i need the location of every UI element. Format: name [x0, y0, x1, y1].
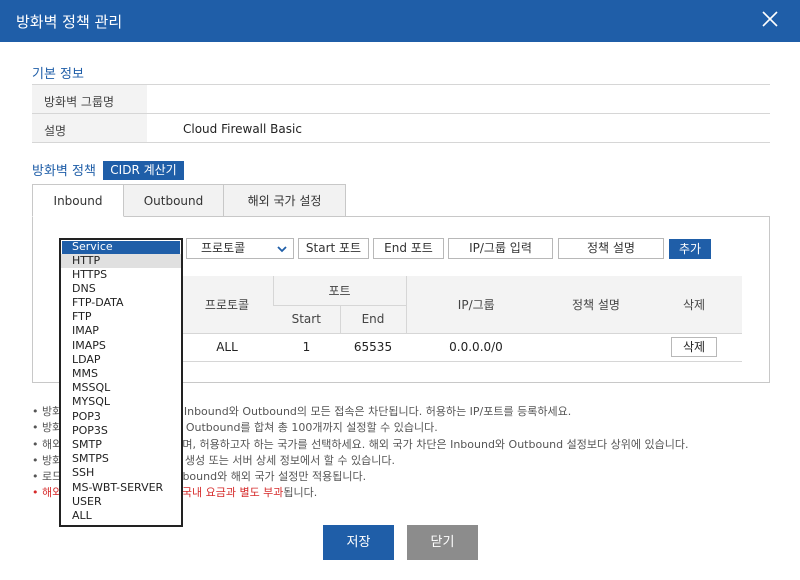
basic-info-heading: 기본 정보: [32, 67, 84, 82]
dropdown-option-mms[interactable]: MMS: [61, 367, 181, 381]
note-prefix: • 해외: [32, 486, 63, 500]
cidr-calculator-button[interactable]: CIDR 계산기: [103, 161, 184, 180]
dropdown-option-ftp-data[interactable]: FTP-DATA: [61, 296, 181, 310]
note-prefix: • 방화: [32, 421, 63, 435]
dialog-titlebar: 방화벽 정책 관리: [0, 0, 800, 42]
description-row: 설명 Cloud Firewall Basic: [32, 114, 770, 143]
chevron-down-icon: [277, 246, 287, 253]
save-button[interactable]: 저장: [323, 525, 394, 560]
dropdown-option-ms-wbt-server[interactable]: MS-WBT-SERVER: [61, 481, 181, 495]
group-name-row: 방화벽 그룹명: [32, 85, 770, 114]
description-label: 설명: [32, 114, 147, 142]
dropdown-option-pop3s[interactable]: POP3S: [61, 424, 181, 438]
note-prefix: • 방화: [32, 453, 63, 467]
start-port-input[interactable]: Start 포트: [298, 238, 369, 259]
group-name-label: 방화벽 그룹명: [32, 85, 147, 113]
cell-delete: 삭제: [646, 333, 742, 362]
col-description: 정책 설명: [546, 276, 646, 334]
cell-ip: 0.0.0.0/0: [406, 333, 546, 362]
dialog-title: 방화벽 정책 관리: [16, 13, 123, 31]
dropdown-option-imaps[interactable]: IMAPS: [61, 339, 181, 353]
note-text: 면 Inbound와 Outbound의 모든 접속은 차단됩니다. 허용하는 …: [170, 405, 572, 418]
note-prefix: • 방화: [32, 405, 63, 418]
dropdown-option-ssh[interactable]: SSH: [61, 466, 181, 480]
policy-heading: 방화벽 정책: [32, 164, 96, 179]
tab-inbound[interactable]: Inbound: [32, 184, 124, 217]
note-prefix: • 로드: [32, 470, 63, 484]
dropdown-option-smtps[interactable]: SMTPS: [61, 452, 181, 466]
col-protocol: 프로토콜: [180, 276, 273, 334]
description-value: Cloud Firewall Basic: [183, 122, 302, 136]
dropdown-option-https[interactable]: HTTPS: [61, 268, 181, 282]
policy-description-input[interactable]: 정책 설명: [558, 238, 664, 259]
cell-description: [546, 333, 646, 362]
tab-overseas-country[interactable]: 해외 국가 설정: [223, 184, 346, 217]
col-port-start: Start: [273, 305, 340, 334]
dropdown-option-http[interactable]: HTTP: [61, 253, 181, 268]
add-button[interactable]: 추가: [669, 239, 711, 259]
col-port: 포트: [272, 276, 406, 306]
cell-protocol: ALL: [181, 333, 273, 362]
ip-group-input[interactable]: IP/그룹 입력: [448, 238, 553, 259]
policy-tabs: Inbound Outbound 해외 국가 설정: [32, 184, 346, 217]
group-name-value: [147, 85, 770, 113]
protocol-select[interactable]: 프로토콜: [186, 238, 294, 259]
dropdown-option-imap[interactable]: IMAP: [61, 324, 181, 338]
dropdown-option-pop3[interactable]: POP3: [61, 410, 181, 424]
note-prefix: • 해외: [32, 437, 63, 451]
end-port-input[interactable]: End 포트: [373, 238, 444, 259]
close-icon[interactable]: [760, 9, 780, 29]
note-text: 됩니다.: [283, 486, 318, 500]
dropdown-option-mssql[interactable]: MSSQL: [61, 381, 181, 395]
tab-outbound[interactable]: Outbound: [123, 184, 224, 217]
dropdown-option-ftp[interactable]: FTP: [61, 310, 181, 324]
cell-start: 1: [273, 333, 340, 362]
dropdown-option-service[interactable]: Service: [62, 240, 180, 254]
dropdown-option-smtp[interactable]: SMTP: [61, 438, 181, 452]
service-dropdown-list[interactable]: Service HTTP HTTPS DNS FTP-DATA FTP IMAP…: [59, 238, 183, 527]
note-text: 와 Outbound를 합쳐 총 100개까지 설정할 수 있습니다.: [172, 421, 438, 435]
col-port-end: End: [339, 305, 406, 334]
dropdown-option-dns[interactable]: DNS: [61, 282, 181, 296]
dropdown-option-user[interactable]: USER: [61, 495, 181, 509]
note-text: 이며, 허용하고자 하는 국가를 선택하세요. 해외 국가 차단은 Inboun…: [172, 437, 689, 451]
dropdown-option-mysql[interactable]: MYSQL: [61, 395, 181, 409]
note-text: 버 생성 또는 서버 상세 정보에서 할 수 있습니다.: [171, 453, 395, 467]
col-delete: 삭제: [646, 276, 742, 334]
dropdown-option-ldap[interactable]: LDAP: [61, 353, 181, 367]
close-button[interactable]: 닫기: [407, 525, 478, 560]
dropdown-option-all[interactable]: ALL: [61, 509, 181, 523]
delete-button[interactable]: 삭제: [671, 337, 717, 357]
note-text: Inbound와 해외 국가 설정만 적용됩니다.: [172, 470, 367, 484]
col-ip-group: IP/그룹: [405, 276, 546, 334]
basic-info-table: 방화벽 그룹명 설명 Cloud Firewall Basic: [32, 84, 770, 143]
cell-end: 65535: [340, 333, 406, 362]
protocol-select-label: 프로토콜: [201, 241, 246, 255]
note-warning-text: 은 국내 요금과 별도 부과: [168, 486, 284, 500]
